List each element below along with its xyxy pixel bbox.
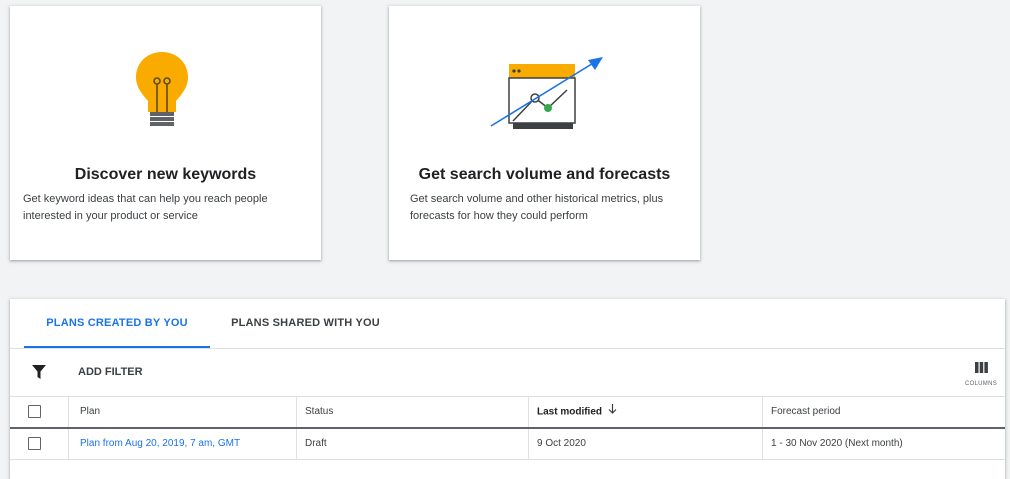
header-status[interactable]: Status — [296, 397, 528, 427]
card-description: Get search volume and other historical m… — [410, 193, 664, 222]
tab-plans-shared[interactable]: PLANS SHARED WITH YOU — [218, 299, 393, 348]
plans-tabs: PLANS CREATED BY YOU PLANS SHARED WITH Y… — [10, 299, 1005, 349]
forecast-chart-icon — [485, 46, 615, 141]
row-checkbox[interactable] — [28, 437, 41, 450]
filter-bar: ADD FILTER COLUMNS — [10, 349, 1005, 397]
columns-icon — [974, 360, 988, 377]
select-all-cell — [10, 397, 68, 427]
lightbulb-icon — [130, 46, 194, 143]
header-forecast-period[interactable]: Forecast period — [762, 397, 1005, 427]
row-select-cell — [10, 429, 68, 459]
filter-icon[interactable] — [32, 365, 46, 384]
last-modified-cell: 9 Oct 2020 — [528, 429, 762, 459]
sort-down-arrow-icon — [608, 397, 617, 427]
card-description: Get keyword ideas that can help you reac… — [23, 193, 268, 222]
card-title: Discover new keywords — [74, 166, 257, 183]
forecast-period-cell: 1 - 30 Nov 2020 (Next month) — [762, 429, 1005, 459]
columns-button[interactable]: COLUMNS — [963, 360, 999, 387]
table-header-row: Plan Status Last modified Forecast perio… — [10, 397, 1005, 429]
discover-keywords-card[interactable]: Discover new keywords Get keyword ideas … — [10, 6, 321, 260]
table-row: Plan from Aug 20, 2019, 7 am, GMT Draft … — [10, 429, 1005, 460]
header-last-modified-label: Last modified — [537, 406, 603, 418]
tab-plans-created[interactable]: PLANS CREATED BY YOU — [24, 299, 210, 348]
plan-cell: Plan from Aug 20, 2019, 7 am, GMT — [68, 429, 296, 459]
select-all-checkbox[interactable] — [28, 405, 41, 418]
plan-link[interactable]: Plan from Aug 20, 2019, 7 am, GMT — [80, 438, 240, 449]
columns-label: COLUMNS — [964, 381, 998, 387]
search-volume-card[interactable]: Get search volume and forecasts Get sear… — [389, 6, 700, 260]
header-plan[interactable]: Plan — [68, 397, 296, 427]
status-cell: Draft — [296, 429, 528, 459]
plans-panel: PLANS CREATED BY YOU PLANS SHARED WITH Y… — [10, 299, 1005, 479]
add-filter-button[interactable]: ADD FILTER — [78, 349, 143, 396]
card-title: Get search volume and forecasts — [418, 166, 671, 183]
header-last-modified[interactable]: Last modified — [528, 397, 762, 427]
